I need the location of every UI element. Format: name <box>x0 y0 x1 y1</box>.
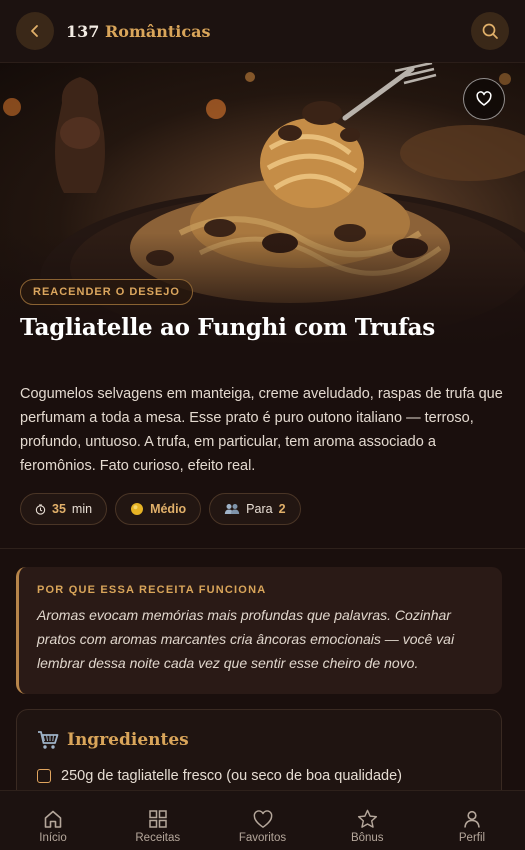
home-icon <box>44 810 62 828</box>
ingredients-header: Ingredientes <box>37 730 481 750</box>
difficulty-dot-icon <box>131 503 144 515</box>
nav-home[interactable]: Início <box>17 791 89 850</box>
nav-home-label: Início <box>39 832 67 844</box>
search-icon <box>482 23 498 39</box>
category-title: Românticas <box>104 21 211 41</box>
time-unit: min <box>71 502 93 516</box>
heart-icon <box>253 810 272 828</box>
bottom-navigation: Início Receitas Favoritos Bônus Perfil <box>0 790 525 850</box>
recipe-hero-image <box>0 63 525 353</box>
recipe-count: 137 <box>66 21 100 41</box>
why-body: Aromas evocam memórias mais profundas qu… <box>37 607 455 671</box>
grid-icon <box>149 810 167 828</box>
timer-icon <box>35 503 46 515</box>
ingredients-heading: Ingredientes <box>67 730 189 750</box>
serves-chip: Para 2 <box>209 493 301 525</box>
ingredient-text: 250g de tagliatelle fresco (ou seco de b… <box>61 768 402 784</box>
recipe-description: Cogumelos selvagens em manteiga, creme a… <box>20 386 503 474</box>
ingredient-checkbox[interactable] <box>37 769 51 783</box>
top-bar: 137 Românticas <box>0 0 525 63</box>
nav-bonus[interactable]: Bônus <box>331 791 403 850</box>
favorite-button[interactable] <box>463 78 505 120</box>
star-icon <box>357 809 377 828</box>
nav-recipes[interactable]: Receitas <box>122 791 194 850</box>
nav-profile[interactable]: Perfil <box>436 791 508 850</box>
back-button[interactable] <box>16 12 54 50</box>
mood-tag: REACENDER O DESEJO <box>20 279 193 305</box>
nav-bonus-label: Bônus <box>350 832 384 844</box>
difficulty-chip: Médio <box>115 493 202 525</box>
section-divider <box>0 548 525 549</box>
search-button[interactable] <box>471 12 509 50</box>
cart-icon <box>38 731 59 749</box>
time-value: 35 <box>52 502 66 516</box>
nav-favorites[interactable]: Favoritos <box>227 791 299 850</box>
why-heading: POR QUE ESSA RECEITA FUNCIONA <box>37 584 267 596</box>
ingredient-item[interactable]: 250g de tagliatelle fresco (ou seco de b… <box>37 768 481 784</box>
user-icon <box>464 810 480 828</box>
why-it-works-card: POR QUE ESSA RECEITA FUNCIONA Aromas evo… <box>16 567 502 694</box>
recipe-meta-chips: 35 min Médio Para 2 <box>20 493 301 525</box>
page-title: 137 Românticas <box>66 22 210 41</box>
serves-label: Para <box>246 502 273 516</box>
chevron-left-icon <box>31 25 38 37</box>
nav-recipes-label: Receitas <box>135 832 181 844</box>
heart-icon <box>476 91 492 106</box>
time-chip: 35 min <box>20 493 108 525</box>
nav-favorites-label: Favoritos <box>238 832 287 844</box>
nav-profile-label: Perfil <box>458 832 486 844</box>
recipe-title: Tagliatelle ao Funghi com Trufas <box>20 314 435 341</box>
people-icon <box>224 504 240 514</box>
serves-value: 2 <box>278 502 286 516</box>
difficulty-value: Médio <box>150 502 187 516</box>
